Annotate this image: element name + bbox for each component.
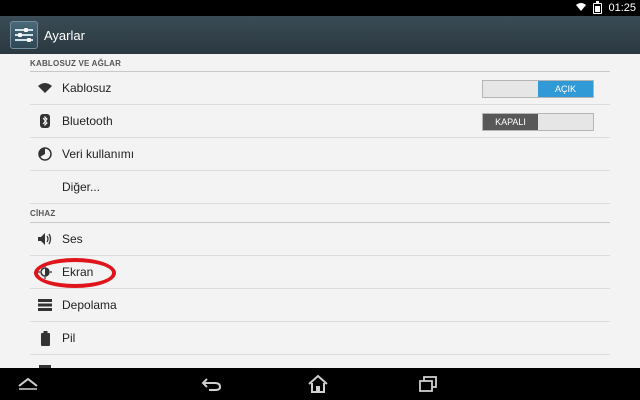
section-header-wireless: KABLOSUZ VE AĞLAR [30, 54, 610, 72]
bluetooth-toggle[interactable]: KAPALI [482, 113, 594, 131]
storage-icon [36, 296, 54, 314]
bluetooth-icon [36, 112, 54, 130]
recent-apps-icon[interactable] [414, 372, 442, 396]
status-time: 01:25 [608, 2, 636, 14]
settings-list: KABLOSUZ VE AĞLAR Kablosuz AÇIK Bluetoot… [0, 54, 640, 368]
wifi-icon [575, 2, 587, 15]
page-title: Ayarlar [44, 27, 85, 43]
setting-label: Diğer... [62, 180, 101, 194]
settings-app-icon[interactable] [10, 21, 38, 49]
setting-label: Veri kullanımı [62, 147, 135, 161]
brightness-icon [36, 263, 54, 281]
setting-label: Pil [62, 331, 76, 345]
battery-icon [593, 0, 603, 14]
setting-more[interactable]: Diğer... [30, 171, 610, 204]
setting-data-usage[interactable]: Veri kullanımı [30, 138, 610, 171]
toggle-off-half [483, 81, 538, 97]
setting-label: Ekran [62, 265, 94, 279]
setting-label: Depolama [62, 298, 117, 312]
collapse-icon[interactable] [14, 372, 42, 396]
home-icon[interactable] [304, 372, 332, 396]
battery-icon [36, 329, 54, 347]
toggle-state-label: AÇIK [538, 81, 593, 97]
volume-icon [36, 230, 54, 248]
wifi-icon [36, 79, 54, 97]
back-icon[interactable] [198, 372, 226, 396]
setting-label: Bluetooth [62, 114, 113, 128]
action-bar: Ayarlar [0, 16, 640, 54]
toggle-on-half [538, 114, 593, 130]
setting-next-partial[interactable] [30, 355, 610, 368]
data-usage-icon [36, 145, 54, 163]
section-header-device: CİHAZ [30, 204, 610, 223]
setting-battery[interactable]: Pil [30, 322, 610, 355]
setting-storage[interactable]: Depolama [30, 289, 610, 322]
setting-display[interactable]: Ekran [30, 256, 610, 289]
wifi-toggle[interactable]: AÇIK [482, 80, 594, 98]
toggle-state-label: KAPALI [483, 114, 538, 130]
setting-sound[interactable]: Ses [30, 223, 610, 256]
status-bar: 01:25 [0, 0, 640, 16]
setting-label: Kablosuz [62, 81, 112, 95]
setting-bluetooth[interactable]: Bluetooth KAPALI [30, 105, 610, 138]
setting-wifi[interactable]: Kablosuz AÇIK [30, 72, 610, 105]
navigation-bar [0, 368, 640, 400]
setting-label: Ses [62, 232, 83, 246]
